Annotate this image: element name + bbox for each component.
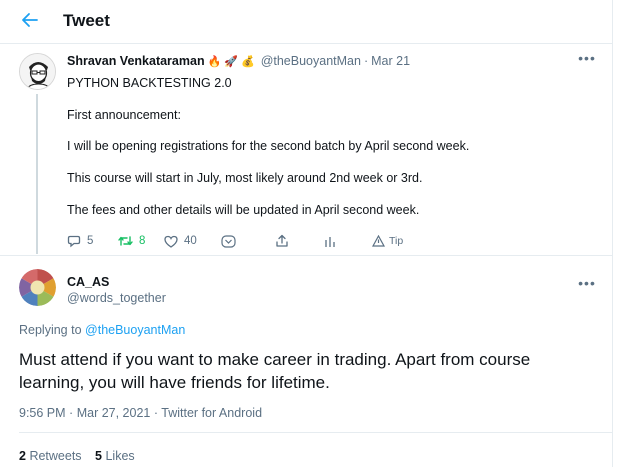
tip-button[interactable]: Tip [372,232,403,250]
arrow-left-icon [21,12,39,33]
separator-dot: · [363,54,369,68]
more-dots-icon: ••• [578,50,596,66]
bookmark-button[interactable] [221,232,236,250]
more-dots-icon: ••• [578,275,596,291]
tweet-text-line: First announcement: [67,108,181,122]
divider [19,432,613,433]
engagement-stats: 2 Retweets 5 Likes [19,449,145,463]
replying-to-line: Replying to @theBuoyantMan [19,323,185,337]
author-handle[interactable]: @theBuoyantMan [261,54,361,68]
tweet-text-line: This course will start in July, most lik… [67,171,423,185]
author-handle[interactable]: @words_together [67,291,166,305]
tweet-text-line: The fees and other details will be updat… [67,203,420,217]
replying-to-handle-link[interactable]: @theBuoyantMan [85,323,185,337]
tweet-time[interactable]: 9:56 PM [19,406,66,420]
tip-icon [372,235,385,247]
tweet-text-line: PYTHON BACKTESTING 2.0 [67,76,232,90]
parent-tweet-header: Shravan Venkataraman 🔥 🚀 💰 @theBuoyantMa… [67,54,410,68]
tweet-text: Must attend if you want to make career i… [19,350,531,392]
fire-emoji: 🔥 [207,55,222,68]
retweets-stat[interactable]: 2 Retweets [19,449,85,463]
tweet-actions-bar: 5 8 40 Tip [67,232,467,250]
tweet-detail-frame: Tweet Shravan Venkataraman 🔥 🚀 💰 @theBuo… [0,0,613,467]
replying-prefix: Replying to [19,323,82,337]
retweets-label: Retweets [29,449,82,463]
likes-stat[interactable]: 5 Likes [95,449,135,463]
thread-connector-line [36,94,38,254]
focused-tweet: CA_AS @words_together ••• Replying to @t… [0,256,613,467]
tweet-text-line: I will be opening registrations for the … [67,139,470,153]
retweets-count: 2 [19,449,26,463]
rocket-emoji: 🚀 [224,55,238,68]
tweet-date[interactable]: Mar 21 [371,54,410,68]
page-title: Tweet [63,11,110,30]
tweet-source[interactable]: Twitter for Android [161,406,262,420]
more-options-button[interactable]: ••• [576,51,598,69]
avatar[interactable] [19,53,56,90]
author-name[interactable]: CA_AS [67,275,109,289]
back-button[interactable] [14,8,46,36]
retweet-count: 8 [139,235,146,247]
separator-dot: · [69,406,74,420]
reply-count: 5 [87,235,94,247]
analytics-bars-icon [324,235,336,248]
tweet-date[interactable]: Mar 27, 2021 [77,406,151,420]
tweet-metadata: 9:56 PM · Mar 27, 2021 · Twitter for And… [19,406,262,420]
share-icon [275,234,289,248]
more-options-button[interactable]: ••• [576,276,598,294]
avatar[interactable] [19,269,56,306]
reply-button[interactable]: 5 [67,232,93,250]
share-button[interactable] [275,232,289,250]
reply-icon [67,234,81,248]
likes-label: Likes [105,449,135,463]
analytics-button[interactable] [324,232,336,250]
likes-count: 5 [95,449,102,463]
retweet-icon [118,234,133,248]
money-bag-emoji: 💰 [240,55,255,68]
like-button[interactable]: 40 [164,232,197,250]
like-count: 40 [184,235,197,247]
page-header: Tweet [0,0,613,44]
separator-dot: · [153,406,159,420]
retweet-button[interactable]: 8 [118,232,145,250]
chevron-shield-icon [221,234,236,248]
heart-icon [164,235,178,248]
parent-tweet[interactable]: Shravan Venkataraman 🔥 🚀 💰 @theBuoyantMa… [0,44,613,256]
author-name[interactable]: Shravan Venkataraman [67,54,205,68]
tip-label: Tip [389,235,404,247]
